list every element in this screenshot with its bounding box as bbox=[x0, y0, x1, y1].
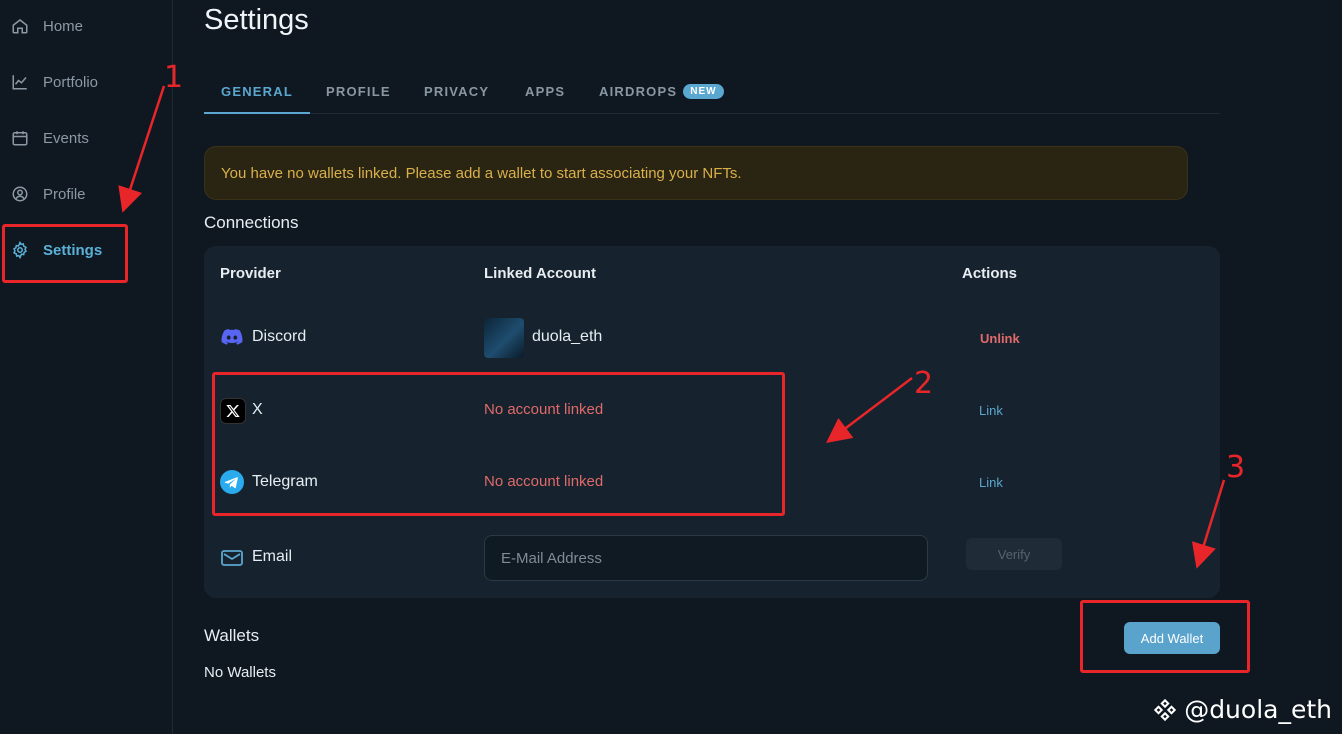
sidebar-item-home[interactable]: Home bbox=[0, 6, 172, 46]
annotation-number-1: 1 bbox=[164, 60, 184, 95]
sidebar-item-label: Profile bbox=[43, 185, 86, 203]
email-field[interactable] bbox=[484, 535, 928, 581]
link-x-button[interactable]: Link bbox=[979, 403, 1003, 418]
tab-label: PRIVACY bbox=[424, 83, 490, 99]
connections-title: Connections bbox=[204, 213, 299, 232]
sidebar-item-portfolio[interactable]: Portfolio bbox=[0, 62, 172, 102]
link-telegram-button[interactable]: Link bbox=[979, 475, 1003, 490]
header-provider: Provider bbox=[220, 265, 281, 282]
new-badge: NEW bbox=[683, 83, 724, 99]
tab-bar: GENERAL PROFILE PRIVACY APPS AIRDROPS NE… bbox=[204, 70, 1220, 114]
tab-label: APPS bbox=[525, 83, 566, 99]
sidebar-item-label: Home bbox=[43, 17, 84, 35]
tab-label: AIRDROPS bbox=[599, 83, 678, 99]
annotation-box-3 bbox=[1080, 600, 1250, 673]
tab-label: PROFILE bbox=[326, 83, 391, 99]
verify-button[interactable]: Verify bbox=[966, 538, 1062, 570]
avatar bbox=[484, 318, 524, 358]
tab-label: GENERAL bbox=[221, 83, 293, 99]
tab-apps[interactable]: APPS bbox=[525, 70, 565, 112]
tab-airdrops[interactable]: AIRDROPS NEW bbox=[599, 70, 724, 112]
wallets-title: Wallets bbox=[204, 626, 260, 645]
user-circle-icon bbox=[10, 184, 30, 204]
alert-text: You have no wallets linked. Please add a… bbox=[221, 164, 742, 182]
header-actions: Actions bbox=[962, 265, 1018, 282]
provider-name: Discord bbox=[252, 328, 307, 345]
header-linked-account: Linked Account bbox=[484, 265, 596, 282]
page-title: Settings bbox=[204, 4, 309, 36]
tab-privacy[interactable]: PRIVACY bbox=[424, 70, 489, 112]
sidebar-item-events[interactable]: Events bbox=[0, 118, 172, 158]
home-icon bbox=[10, 16, 30, 36]
watermark-text: @duola_eth bbox=[1184, 695, 1332, 724]
chart-line-icon bbox=[10, 72, 30, 92]
binance-logo-icon bbox=[1154, 698, 1177, 721]
linked-account-name: duola_eth bbox=[532, 328, 603, 345]
sidebar-item-label: Portfolio bbox=[43, 73, 99, 91]
no-wallet-alert: You have no wallets linked. Please add a… bbox=[204, 146, 1188, 200]
tab-profile[interactable]: PROFILE bbox=[326, 70, 391, 112]
watermark: @duola_eth bbox=[1152, 695, 1332, 724]
annotation-box-1 bbox=[2, 224, 128, 283]
discord-icon bbox=[220, 325, 244, 349]
annotation-box-2 bbox=[212, 372, 785, 516]
no-wallets-text: No Wallets bbox=[204, 664, 276, 681]
provider-name: Email bbox=[252, 548, 293, 565]
sidebar: Home Portfolio Events Profile Settings bbox=[0, 0, 173, 734]
calendar-icon bbox=[10, 128, 30, 148]
unlink-button[interactable]: Unlink bbox=[980, 331, 1020, 346]
annotation-number-2: 2 bbox=[914, 366, 934, 401]
annotation-number-3: 3 bbox=[1226, 450, 1246, 485]
mail-icon bbox=[220, 546, 244, 570]
tab-general[interactable]: GENERAL bbox=[204, 70, 310, 114]
sidebar-item-profile[interactable]: Profile bbox=[0, 174, 172, 214]
sidebar-item-label: Events bbox=[43, 129, 89, 147]
